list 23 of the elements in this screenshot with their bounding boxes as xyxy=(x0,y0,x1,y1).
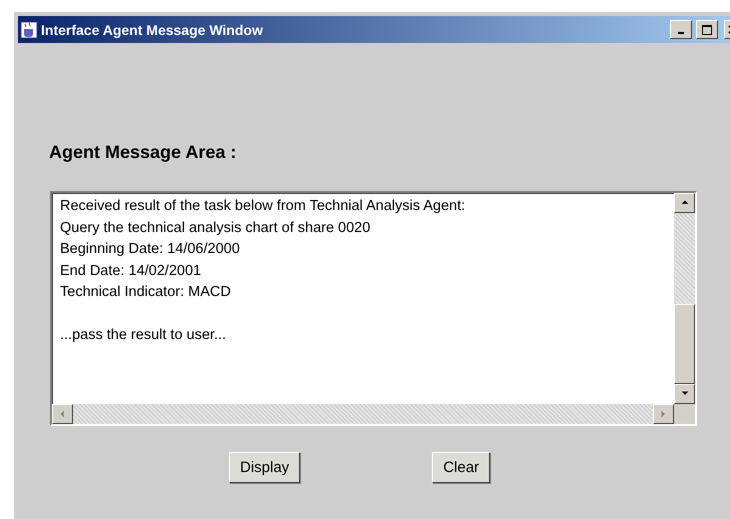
scroll-down-button[interactable] xyxy=(674,384,695,404)
action-button[interactable]: Clear xyxy=(432,452,490,483)
scroll-thumb[interactable] xyxy=(674,304,695,384)
message-line: Query the technical analysis chart of share 0020 xyxy=(60,218,372,238)
message-line: End Date: 14/02/2001 xyxy=(60,262,202,280)
minimize-button[interactable] xyxy=(670,20,692,39)
action-button[interactable]: Display xyxy=(229,452,300,483)
window-title: Interface Agent Message Window xyxy=(41,22,264,38)
section-heading: Agent Message Area : xyxy=(49,142,238,163)
horizontal-scrollbar[interactable] xyxy=(52,404,674,424)
message-line: ...pass the result to user... xyxy=(60,326,228,345)
message-line: Technical Indicator: MACD xyxy=(60,283,232,302)
vertical-scrollbar[interactable] xyxy=(674,193,695,404)
message-line: Beginning Date: 14/06/2000 xyxy=(60,240,241,259)
scroll-left-button[interactable] xyxy=(52,404,73,424)
message-line: Received result of the task below from Technial Analysis Agent: xyxy=(60,197,466,216)
scroll-right-button[interactable] xyxy=(653,404,674,424)
minimize-icon xyxy=(678,32,684,34)
cup-icon xyxy=(20,20,38,38)
scroll-up-button[interactable] xyxy=(674,193,695,213)
maximize-button[interactable] xyxy=(696,20,718,39)
scrollbar-corner xyxy=(674,404,695,424)
maximize-icon xyxy=(702,24,712,34)
